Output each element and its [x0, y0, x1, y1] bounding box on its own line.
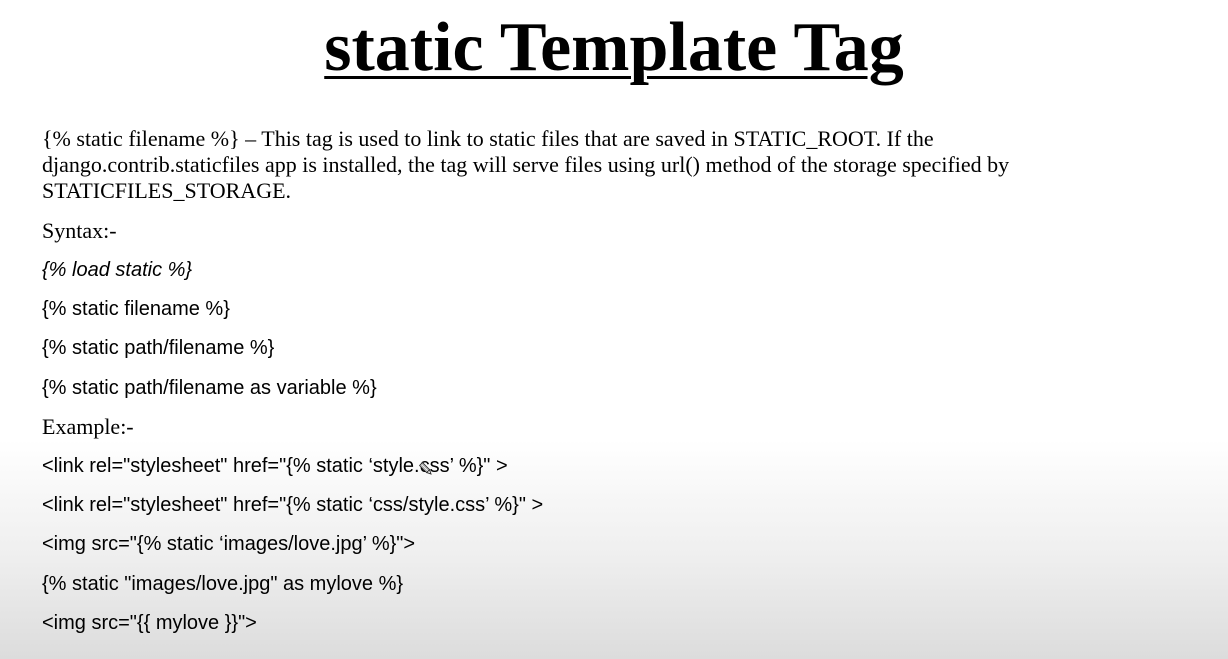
description-paragraph: {% static filename %} – This tag is used…: [42, 126, 1142, 204]
syntax-heading: Syntax:-: [42, 218, 117, 243]
example-line-img-variable: <img src="{{ mylove }}">: [42, 612, 257, 634]
example-line-link-css-style: <link rel="stylesheet" href="{% static ‘…: [42, 494, 544, 516]
description-line-2: django.contrib.staticfiles app is instal…: [42, 152, 1010, 177]
syntax-line-static-filename: {% static filename %}: [42, 298, 230, 320]
slide-title: static Template Tag: [324, 9, 904, 86]
description-line-1: {% static filename %} – This tag is used…: [42, 126, 934, 151]
syntax-line-static-path: {% static path/filename %}: [42, 337, 275, 359]
syntax-line-load-static: {% load static %}: [42, 259, 193, 281]
pen-cursor-icon: [418, 461, 432, 475]
syntax-line-static-variable: {% static path/filename as variable %}: [42, 377, 377, 399]
example-line-img-static: <img src="{% static ‘images/love.jpg’ %}…: [42, 533, 416, 555]
description-line-3: STATICFILES_STORAGE.: [42, 178, 292, 203]
example-line-link-style: <link rel="stylesheet" href="{% static ‘…: [42, 455, 508, 477]
example-heading: Example:-: [42, 414, 134, 439]
example-line-static-as-variable: {% static "images/love.jpg" as mylove %}: [42, 573, 404, 595]
